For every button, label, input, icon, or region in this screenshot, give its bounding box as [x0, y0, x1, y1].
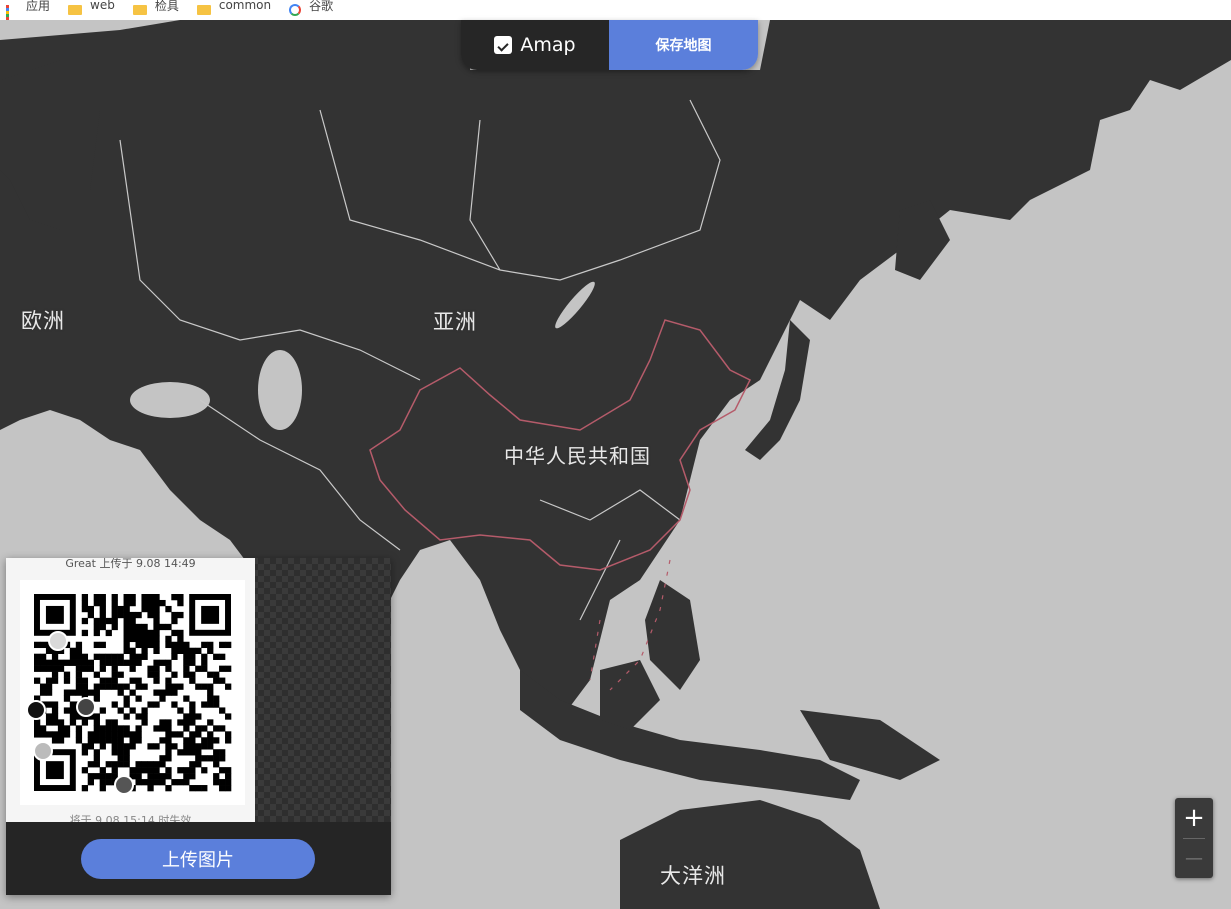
qr-code-image — [34, 594, 232, 792]
folder-icon — [68, 5, 83, 15]
bookmark-google[interactable]: 谷歌 — [289, 0, 333, 20]
bookmark-label: common — [218, 0, 272, 12]
decor-dot — [33, 741, 53, 761]
decor-dot — [48, 631, 68, 651]
zoom-out-button[interactable]: — — [1175, 839, 1213, 878]
label-china: 中华人民共和国 — [504, 444, 651, 468]
decor-dot — [26, 700, 46, 720]
bookmark-jianju[interactable]: 检具 — [132, 0, 179, 20]
bookmark-label: 谷歌 — [309, 0, 334, 13]
decor-dot — [114, 775, 134, 795]
upload-image-button[interactable]: 上传图片 — [81, 839, 315, 879]
brand-name: Amap — [520, 34, 576, 56]
folder-icon — [196, 5, 211, 15]
qr-caption: Great 上传于 9.08 14:49 — [65, 558, 196, 570]
upload-panel: Great 上传于 9.08 14:49 将于 9.08 15:14 时失效 上… — [6, 558, 391, 895]
bookmark-label: web — [90, 0, 115, 12]
amap-logo-icon — [494, 36, 513, 54]
bookmark-label: 应用 — [26, 0, 51, 13]
google-icon — [289, 4, 302, 16]
black-sea — [130, 382, 210, 418]
philippines-land — [645, 580, 700, 690]
top-bar: Amap 保存地图 — [461, 20, 758, 70]
borneo-land — [600, 660, 660, 730]
save-map-button[interactable]: 保存地图 — [609, 20, 758, 70]
apps-grid-icon — [6, 5, 18, 20]
bookmarks-bar: 应用 web 检具 common 谷歌 — [0, 0, 1231, 21]
label-oceania: 大洋洲 — [660, 864, 726, 888]
label-asia: 亚洲 — [433, 310, 477, 334]
qr-code — [20, 580, 245, 805]
zoom-control: + — — [1175, 798, 1213, 878]
decor-dot — [76, 697, 96, 717]
zoom-in-button[interactable]: + — [1175, 798, 1213, 838]
caspian-sea — [258, 350, 302, 430]
folder-icon — [132, 5, 147, 15]
australia-land — [620, 800, 880, 909]
bookmark-label: 检具 — [154, 0, 179, 13]
bookmark-common[interactable]: common — [196, 0, 272, 20]
qr-card: Great 上传于 9.08 14:49 将于 9.08 15:14 时失效 — [6, 558, 255, 822]
qr-expire-text: 将于 9.08 15:14 时失效 — [69, 814, 192, 822]
bookmark-web[interactable]: web — [68, 0, 115, 20]
label-europe: 欧洲 — [21, 309, 65, 333]
brand: Amap — [461, 20, 609, 70]
bookmark-apps[interactable]: 应用 — [0, 0, 50, 20]
